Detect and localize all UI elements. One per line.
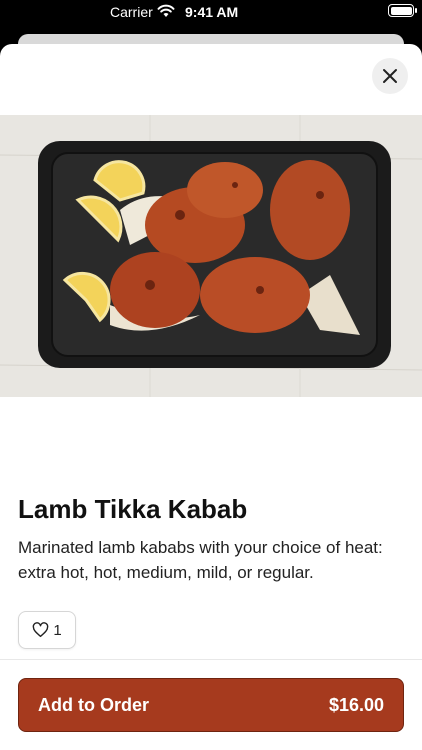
close-icon [383, 69, 397, 83]
item-detail-sheet: Lamb Tikka Kabab Marinated lamb kababs w… [0, 44, 422, 750]
heart-icon [33, 622, 49, 638]
food-photo [0, 115, 422, 397]
price-label: $16.00 [328, 695, 384, 715]
food-illustration [0, 115, 422, 397]
item-title: Lamb Tikka Kabab [18, 494, 248, 524]
add-to-order-button[interactable]: Add to Order $16.00 [18, 678, 404, 732]
like-button[interactable]: 1 [18, 611, 76, 649]
battery-icon [388, 4, 414, 17]
carrier-label: Carrier [110, 4, 153, 20]
close-button[interactable] [372, 58, 408, 94]
wifi-icon [157, 4, 175, 17]
add-to-order-label: Add to Order [38, 695, 149, 715]
status-bar: Carrier 9:41 AM [0, 0, 422, 26]
like-count: 1 [53, 621, 62, 639]
clock-time: 9:41 AM [185, 4, 239, 20]
divider [0, 659, 422, 660]
item-description: Marinated lamb kababs with your choice o… [18, 538, 383, 582]
battery-cap [415, 8, 417, 13]
